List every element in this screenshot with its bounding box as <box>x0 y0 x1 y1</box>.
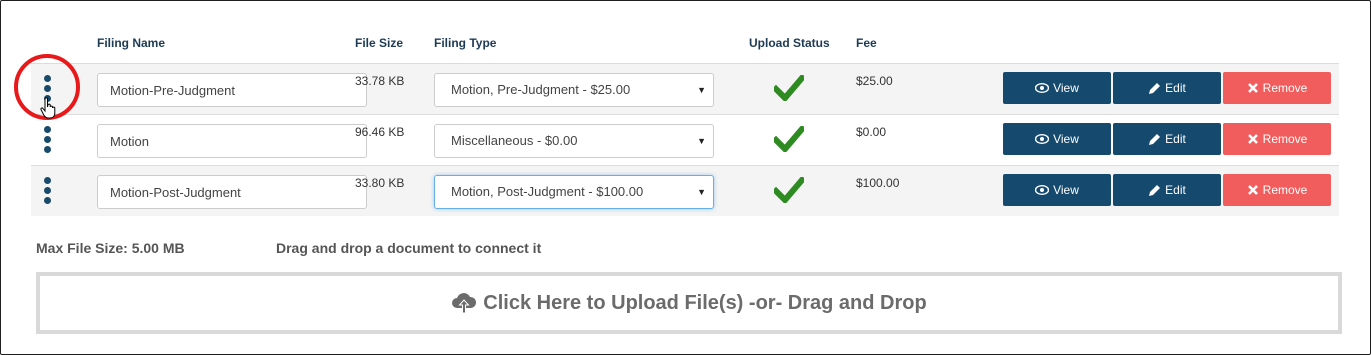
header-filing-name: Filing Name <box>97 36 166 50</box>
view-label: View <box>1053 183 1079 197</box>
view-label: View <box>1053 81 1079 95</box>
filing-type-select[interactable]: Motion, Pre-Judgment - $25.00 ▼ <box>434 73 714 107</box>
file-size: 33.80 KB <box>355 176 405 190</box>
header-file-size: File Size <box>355 36 404 50</box>
file-size: 33.78 KB <box>355 74 405 88</box>
fee-value: $100.00 <box>856 176 900 190</box>
filing-type-select[interactable]: Miscellaneous - $0.00 ▼ <box>434 124 714 158</box>
drag-drop-hint: Drag and drop a document to connect it <box>276 240 542 256</box>
view-button[interactable]: View <box>1003 72 1111 104</box>
remove-label: Remove <box>1262 81 1308 95</box>
edit-label: Edit <box>1165 132 1186 146</box>
pencil-icon <box>1149 184 1161 196</box>
max-file-size-label: Max File Size: 5.00 MB <box>36 240 185 256</box>
fee-value: $25.00 <box>856 74 893 88</box>
view-button[interactable]: View <box>1003 123 1111 155</box>
remove-button[interactable]: Remove <box>1223 72 1331 104</box>
header-upload-status: Upload Status <box>749 36 830 50</box>
caret-down-icon: ▼ <box>697 136 706 146</box>
check-icon <box>774 126 804 152</box>
remove-button[interactable]: Remove <box>1223 123 1331 155</box>
caret-down-icon: ▼ <box>697 85 706 95</box>
filing-type-select[interactable]: Motion, Post-Judgment - $100.00 ▼ <box>434 175 714 209</box>
edit-button[interactable]: Edit <box>1113 72 1221 104</box>
table-row: 33.80 KB Motion, Post-Judgment - $100.00… <box>31 165 1339 216</box>
filing-type-value: Miscellaneous - $0.00 <box>451 133 578 148</box>
table-row: 33.78 KB Motion, Pre-Judgment - $25.00 ▼… <box>31 63 1339 114</box>
eye-icon <box>1035 83 1050 93</box>
remove-label: Remove <box>1262 132 1308 146</box>
header-fee: Fee <box>856 36 877 50</box>
fee-value: $0.00 <box>856 125 887 139</box>
filing-type-value: Motion, Pre-Judgment - $25.00 <box>451 82 631 97</box>
check-icon <box>774 177 804 203</box>
upload-label: Click Here to Upload File(s) -or- Drag a… <box>483 291 927 314</box>
view-label: View <box>1053 132 1079 146</box>
filing-type-value: Motion, Post-Judgment - $100.00 <box>451 184 644 199</box>
edit-label: Edit <box>1165 81 1186 95</box>
file-size: 96.46 KB <box>355 125 405 139</box>
edit-label: Edit <box>1165 183 1186 197</box>
eye-icon <box>1035 134 1050 144</box>
eye-icon <box>1035 185 1050 195</box>
remove-label: Remove <box>1262 183 1308 197</box>
remove-button[interactable]: Remove <box>1223 174 1331 206</box>
hand-pointer-icon <box>40 97 56 119</box>
filing-name-input[interactable] <box>97 124 367 158</box>
check-icon <box>774 75 804 101</box>
view-button[interactable]: View <box>1003 174 1111 206</box>
edit-button[interactable]: Edit <box>1113 123 1221 155</box>
cloud-upload-icon <box>452 293 477 314</box>
times-icon <box>1247 134 1258 144</box>
times-icon <box>1247 185 1258 195</box>
upload-dropzone[interactable]: Click Here to Upload File(s) -or- Drag a… <box>36 272 1342 334</box>
edit-button[interactable]: Edit <box>1113 174 1221 206</box>
header-filing-type: Filing Type <box>434 36 497 50</box>
pencil-icon <box>1149 133 1161 145</box>
drag-handle-icon[interactable] <box>44 126 52 156</box>
filing-name-input[interactable] <box>97 175 367 209</box>
filing-name-input[interactable] <box>97 73 367 107</box>
times-icon <box>1247 83 1258 93</box>
caret-down-icon: ▼ <box>697 187 706 197</box>
drag-handle-icon[interactable] <box>44 177 52 207</box>
table-header: Filing Name File Size Filing Type Upload… <box>0 36 1371 52</box>
table-row: 96.46 KB Miscellaneous - $0.00 ▼ $0.00 V… <box>31 114 1339 165</box>
pencil-icon <box>1149 82 1161 94</box>
